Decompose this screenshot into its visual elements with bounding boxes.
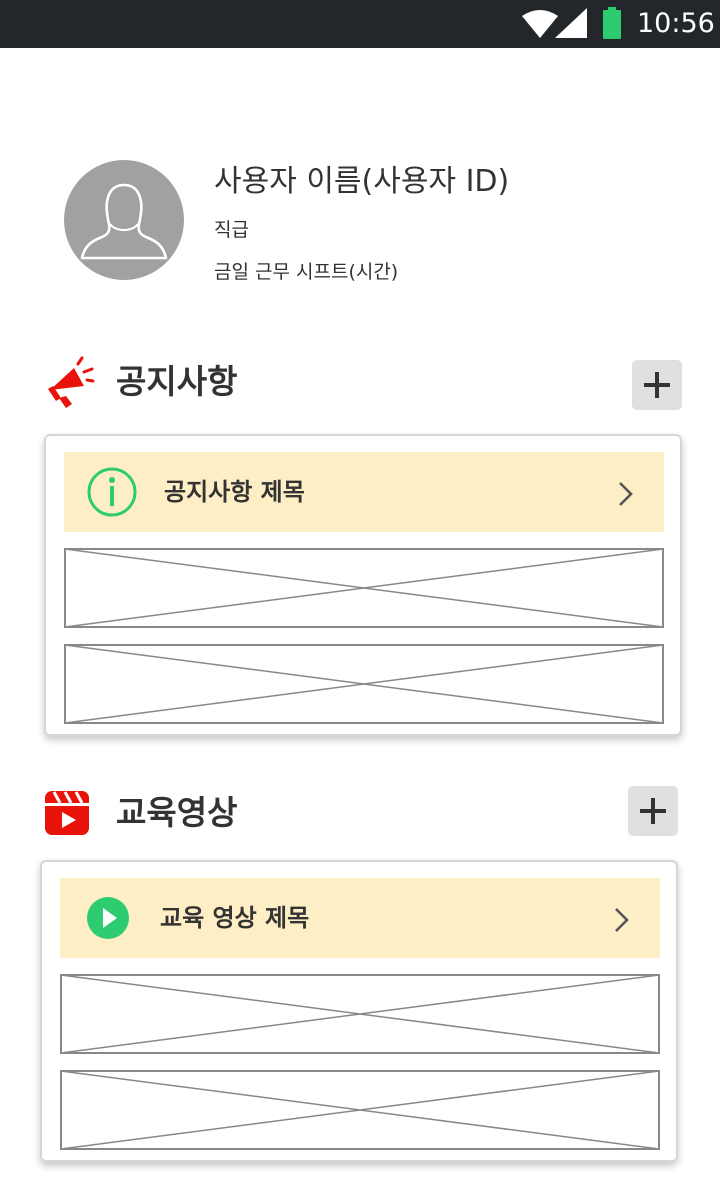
plus-icon (640, 798, 666, 824)
user-position: 직급 (214, 219, 249, 241)
image-placeholder (60, 1070, 660, 1150)
plus-icon (644, 372, 670, 398)
chevron-right-icon (619, 482, 633, 506)
notice-section-title: 공지사항 (116, 362, 238, 401)
chevron-right-icon (615, 908, 629, 932)
image-placeholder (64, 644, 664, 724)
image-placeholder (60, 974, 660, 1054)
video-placeholder-item[interactable] (60, 1070, 660, 1150)
notice-featured-title: 공지사항 제목 (164, 478, 305, 506)
wifi-icon (522, 10, 558, 38)
status-bar: 10:56 (0, 0, 720, 48)
notice-placeholder-item[interactable] (64, 548, 664, 628)
video-card: 교육 영상 제목 (40, 860, 678, 1162)
person-silhouette-icon (80, 183, 168, 260)
battery-icon (603, 7, 621, 39)
user-shift: 금일 근무 시프트(시간) (214, 261, 399, 283)
play-circle-icon (87, 897, 129, 939)
notice-add-button[interactable] (632, 360, 682, 410)
video-section-title: 교육영상 (116, 793, 238, 832)
megaphone-icon (48, 356, 95, 408)
video-clapper-icon (45, 791, 89, 835)
video-placeholder-item[interactable] (60, 974, 660, 1054)
cell-signal-icon (555, 8, 587, 38)
avatar[interactable] (64, 160, 184, 280)
image-placeholder (64, 548, 664, 628)
user-name: 사용자 이름(사용자 ID) (214, 164, 510, 199)
notice-featured-item[interactable]: 공지사항 제목 (64, 452, 664, 532)
video-add-button[interactable] (628, 786, 678, 836)
info-circle-icon (87, 467, 137, 517)
notice-placeholder-item[interactable] (64, 644, 664, 724)
video-featured-title: 교육 영상 제목 (160, 904, 310, 932)
status-time: 10:56 (637, 8, 715, 39)
notice-card: 공지사항 제목 (44, 434, 682, 736)
video-featured-item[interactable]: 교육 영상 제목 (60, 878, 660, 958)
